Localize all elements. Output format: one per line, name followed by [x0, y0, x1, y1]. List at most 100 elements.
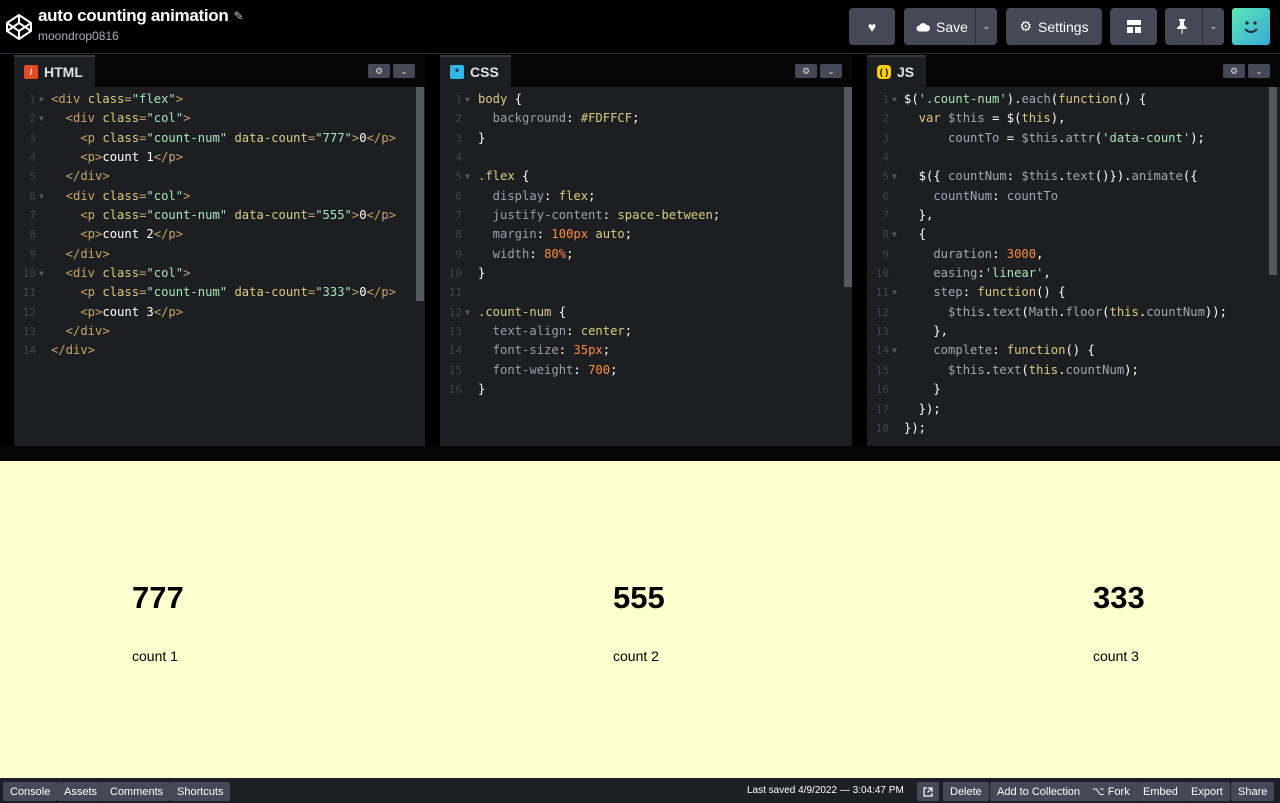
- code-text: $({ countNum: $this.text()}).animate({: [904, 169, 1198, 184]
- js-code[interactable]: 1 ▼ $('.count-num').each(function() {2 var…: [867, 87, 1280, 446]
- fold-arrow-icon[interactable]: ▼: [465, 90, 470, 109]
- code-text: <p>count 3</p>: [51, 304, 184, 319]
- line-number: 1: [29, 93, 36, 106]
- js-editor-menu-chevron-icon[interactable]: ⌄: [1248, 64, 1270, 78]
- edit-pencil-icon[interactable]: ✎: [233, 9, 243, 23]
- html-code-line: 8 <p>count 2</p>: [14, 225, 425, 244]
- code-text: }: [904, 382, 941, 397]
- delete-button[interactable]: Delete: [943, 782, 989, 801]
- user-avatar[interactable]: [1232, 8, 1270, 45]
- fold-arrow-icon[interactable]: ▼: [892, 341, 897, 360]
- save-button[interactable]: Save ⌄: [904, 8, 997, 45]
- js-code-line: 16 }: [867, 380, 1280, 399]
- fold-arrow-icon[interactable]: ▼: [465, 167, 470, 186]
- line-number: 17: [875, 402, 889, 416]
- line-number: 3: [29, 131, 36, 145]
- fold-arrow-icon[interactable]: ▼: [892, 283, 897, 302]
- html-code[interactable]: 1 ▼ <div class="flex"> 2 ▼ <div class="col">…: [14, 87, 425, 446]
- code-text: }: [478, 266, 486, 281]
- css-editor-settings-gear-icon[interactable]: ⚙: [795, 64, 817, 78]
- line-number: 14: [22, 344, 36, 358]
- external-link-icon: [923, 786, 933, 797]
- line-number: 3: [882, 131, 889, 145]
- js-code-line: 1 ▼ $('.count-num').each(function() {: [867, 90, 1280, 109]
- line-number: 13: [448, 325, 462, 339]
- html-editor-header: / HTML ⚙ ⌄: [14, 55, 425, 87]
- love-button[interactable]: ♥: [849, 8, 895, 45]
- css-code[interactable]: 1 ▼ body {2 background: #FDFFCF; 3} 4 5 ▼ .flex…: [440, 87, 852, 446]
- save-options-chevron-icon[interactable]: ⌄: [975, 8, 997, 45]
- line-number: 16: [448, 383, 462, 397]
- add-to-collection-button[interactable]: Add to Collection: [990, 782, 1088, 801]
- html-code-line: 10 ▼ <div class="col">: [14, 264, 425, 283]
- codepen-logo-icon[interactable]: [5, 13, 33, 41]
- line-number: 16: [875, 383, 889, 397]
- line-number: 1: [455, 93, 462, 106]
- code-text: {: [904, 227, 927, 242]
- console-button[interactable]: Console: [3, 782, 58, 801]
- css-editor-tab[interactable]: * CSS: [440, 55, 511, 87]
- html-tab-label: HTML: [44, 64, 83, 80]
- fold-arrow-icon[interactable]: ▼: [892, 167, 897, 186]
- js-editor-settings-gear-icon[interactable]: ⚙: [1223, 64, 1245, 78]
- html-code-line: 5 </div>: [14, 167, 425, 186]
- share-button[interactable]: Share: [1231, 782, 1275, 801]
- fold-arrow-icon[interactable]: ▼: [892, 90, 897, 109]
- code-text: <p class="count-num" data-count="333">0<…: [51, 285, 396, 300]
- js-editor-tab[interactable]: ( ) JS: [867, 55, 927, 87]
- assets-button[interactable]: Assets: [57, 782, 105, 801]
- css-code-line: 7 justify-content: space-between;: [440, 206, 852, 225]
- shortcuts-button[interactable]: Shortcuts: [170, 782, 231, 801]
- fork-button[interactable]: ⌥ Fork: [1085, 782, 1137, 801]
- pin-icon: [1177, 19, 1187, 34]
- line-number: 7: [455, 209, 462, 223]
- fold-arrow-icon[interactable]: ▼: [39, 109, 44, 128]
- html-editor-menu-chevron-icon[interactable]: ⌄: [393, 64, 415, 78]
- code-text: <div class="col">: [51, 266, 191, 281]
- line-number: 15: [875, 363, 889, 377]
- pen-author[interactable]: moondrop0816: [38, 29, 243, 43]
- pin-options-chevron-icon[interactable]: ⌄: [1202, 8, 1224, 45]
- css-code-line: 9 width: 80%;: [440, 245, 852, 264]
- open-external-button[interactable]: [917, 782, 939, 801]
- html-code-line: 12 <p>count 3</p>: [14, 303, 425, 322]
- last-saved-text: Last saved 4/9/2022 — 3:04:47 PM: [747, 785, 904, 796]
- settings-button[interactable]: ⚙ Settings: [1006, 8, 1102, 45]
- pin-button[interactable]: ⌄: [1165, 8, 1224, 45]
- code-text: justify-content: space-between;: [478, 208, 721, 223]
- html-code-line: 1 ▼ <div class="flex">: [14, 90, 425, 109]
- code-text: background: #FDFFCF;: [478, 111, 640, 126]
- code-text: .count-num {: [478, 304, 567, 319]
- html-editor-tab[interactable]: / HTML: [14, 55, 95, 87]
- comments-button[interactable]: Comments: [103, 782, 171, 801]
- html-editor-scrollbar[interactable]: [416, 87, 424, 301]
- html-code-line: 2 ▼ <div class="col">: [14, 109, 425, 128]
- fold-arrow-icon[interactable]: ▼: [39, 264, 44, 283]
- html-code-line: 4 <p>count 1</p>: [14, 148, 425, 167]
- css-editor-menu-chevron-icon[interactable]: ⌄: [820, 64, 842, 78]
- pen-title-text[interactable]: auto counting animation: [38, 6, 229, 26]
- css-code-line: 10}: [440, 264, 852, 283]
- count-label-2: count 2: [613, 648, 659, 664]
- fold-arrow-icon[interactable]: ▼: [39, 187, 44, 206]
- fold-arrow-icon[interactable]: ▼: [39, 90, 44, 109]
- code-text: easing:'linear',: [904, 266, 1051, 281]
- embed-button[interactable]: Embed: [1136, 782, 1185, 801]
- change-view-button[interactable]: [1110, 8, 1157, 45]
- save-label: Save: [936, 18, 968, 35]
- fold-arrow-icon[interactable]: ▼: [892, 225, 897, 244]
- result-preview: 777 count 1 555 count 2 333 count 3: [0, 461, 1280, 778]
- js-editor-scrollbar[interactable]: [1269, 87, 1277, 275]
- css-editor-scrollbar[interactable]: [844, 87, 852, 287]
- fold-arrow-icon[interactable]: ▼: [465, 303, 470, 322]
- resize-divider[interactable]: [0, 446, 1280, 461]
- pen-title[interactable]: auto counting animation ✎: [38, 6, 244, 26]
- code-text: body {: [478, 92, 523, 106]
- cloud-icon: [916, 22, 930, 31]
- fork-label: Fork: [1107, 785, 1130, 798]
- html-code-line: 13 </div>: [14, 322, 425, 341]
- html-editor-settings-gear-icon[interactable]: ⚙: [368, 64, 390, 78]
- line-number: 5: [882, 170, 889, 184]
- code-text: text-align: center;: [478, 324, 633, 339]
- export-button[interactable]: Export: [1184, 782, 1230, 801]
